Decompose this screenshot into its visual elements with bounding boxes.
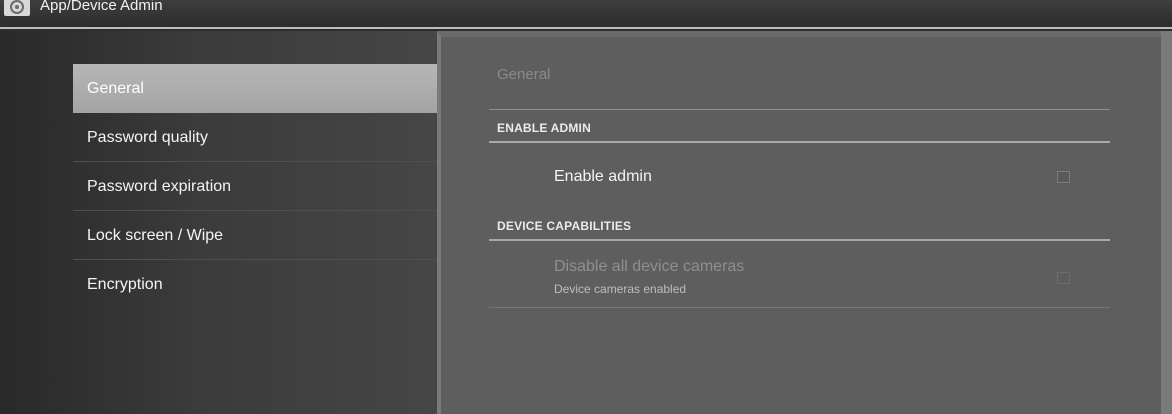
category-header-device-capabilities: DEVICE CAPABILITIES bbox=[497, 219, 632, 233]
row-divider bbox=[489, 307, 1110, 308]
title-bar: App/Device Admin bbox=[0, 0, 1172, 29]
disable-cameras-checkbox[interactable] bbox=[1057, 272, 1070, 284]
header-item-lock-screen-wipe[interactable]: Lock screen / Wipe bbox=[73, 211, 437, 260]
pane-edge bbox=[1161, 31, 1172, 414]
enable-admin-checkbox[interactable] bbox=[1057, 171, 1070, 183]
category-divider bbox=[489, 141, 1110, 143]
pref-title-enable-admin: Enable admin bbox=[554, 168, 652, 185]
header-item-password-expiration[interactable]: Password expiration bbox=[73, 162, 437, 211]
breadcrumb: General bbox=[497, 66, 551, 83]
header-item-encryption[interactable]: Encryption bbox=[73, 260, 437, 309]
android-settings-icon bbox=[4, 0, 30, 16]
header-item-password-quality[interactable]: Password quality bbox=[73, 113, 437, 162]
header-list: General Password quality Password expira… bbox=[73, 64, 437, 309]
category-header-enable-admin: ENABLE ADMIN bbox=[497, 121, 591, 135]
pref-summary-disable-cameras: Device cameras enabled bbox=[554, 282, 687, 296]
window-title: App/Device Admin bbox=[40, 0, 163, 14]
category-divider bbox=[489, 239, 1110, 241]
header-item-general[interactable]: General bbox=[73, 64, 437, 113]
pref-title-disable-cameras: Disable all device cameras bbox=[554, 258, 745, 275]
breadcrumb-divider bbox=[489, 109, 1110, 110]
